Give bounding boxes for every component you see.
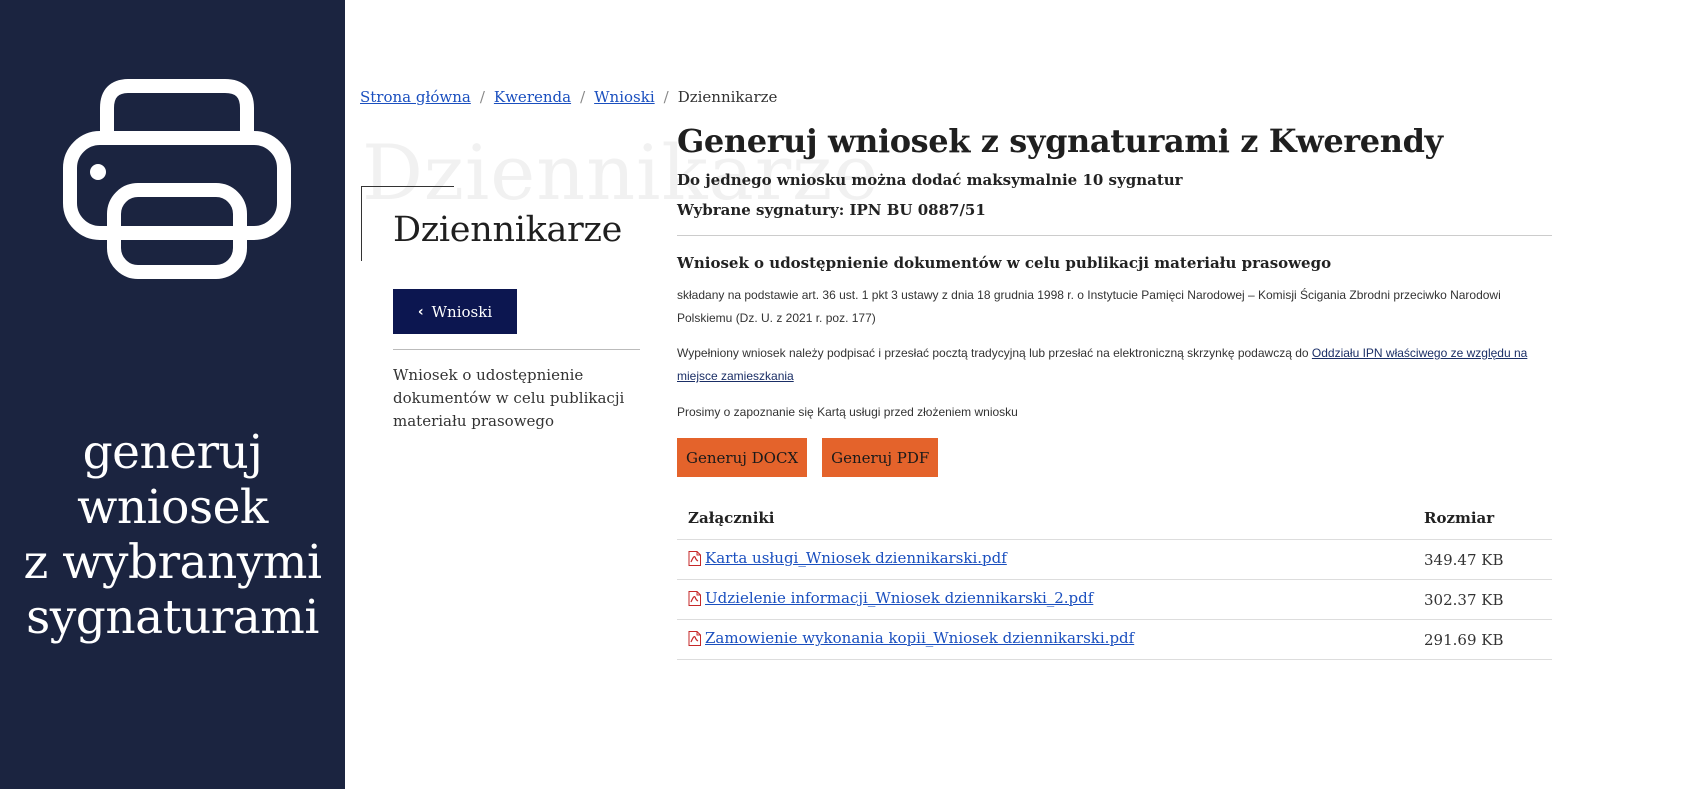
divider [677, 235, 1552, 236]
sidebar-heading: generuj wniosek z wybranymi sygnaturami [0, 425, 345, 645]
pdf-file-icon [688, 550, 701, 566]
limit-note: Do jednego wniosku można dodać maksymaln… [677, 171, 1183, 189]
main-content: Generuj wniosek z sygnaturami z Kwerendy… [677, 120, 1552, 660]
attachment-size: 291.69 KB [1424, 619, 1552, 660]
instructions-prefix: Wypełniony wniosek należy podpisać i prz… [677, 346, 1312, 360]
table-header-row: Załączniki Rozmiar [677, 497, 1552, 540]
chevron-left-icon: ‹ [417, 303, 424, 320]
column-header-size: Rozmiar [1424, 497, 1552, 540]
form-title: Wniosek o udostępnienie dokumentów w cel… [677, 254, 1332, 272]
generate-docx-button[interactable]: Generuj DOCX [677, 438, 808, 477]
pdf-file-icon [688, 590, 701, 606]
breadcrumb-link-wnioski[interactable]: Wnioski [594, 88, 655, 106]
attachment-name: Karta usługi_Wniosek dziennikarski.pdf [705, 549, 1007, 568]
attachment-cell: Zamowienie wykonania kopii_Wniosek dzien… [677, 619, 1424, 660]
category-form-link[interactable]: Wniosek o udostępnienie dokumentów w cel… [393, 364, 633, 433]
category-title: Dziennikarze [393, 210, 623, 250]
back-to-wnioski-button[interactable]: ‹ Wnioski [393, 289, 517, 334]
breadcrumb-current: Dziennikarze [677, 88, 778, 106]
divider [393, 349, 640, 350]
sidebar-heading-line: z wybranymi [23, 535, 322, 590]
table-row: Udzielenie informacji_Wniosek dziennikar… [677, 579, 1552, 620]
legal-basis-text: składany na podstawie art. 36 ust. 1 pkt… [677, 288, 1501, 325]
breadcrumb-separator: / [580, 88, 586, 106]
sidebar-heading-line: wniosek [77, 480, 268, 535]
table-row: Zamowienie wykonania kopii_Wniosek dzien… [677, 619, 1552, 660]
breadcrumb-separator: / [663, 88, 669, 106]
sidebar-heading-line: sygnaturami [26, 590, 319, 645]
breadcrumb-link-kwerenda[interactable]: Kwerenda [494, 88, 571, 106]
breadcrumb-separator: / [479, 88, 485, 106]
attachment-link[interactable]: Karta usługi_Wniosek dziennikarski.pdf [688, 549, 1007, 567]
sidebar-heading-line: generuj [82, 425, 263, 480]
attachment-link[interactable]: Udzielenie informacji_Wniosek dziennikar… [688, 589, 1093, 607]
page-title: Generuj wniosek z sygnaturami z Kwerendy [677, 122, 1443, 160]
notice-text: Prosimy o zapoznanie się Kartą usługi pr… [677, 405, 1018, 419]
attachment-size: 302.37 KB [1424, 579, 1552, 620]
generate-buttons: Generuj DOCX Generuj PDF [677, 438, 1552, 477]
attachment-cell: Udzielenie informacji_Wniosek dziennikar… [677, 579, 1424, 620]
attachment-cell: Karta usługi_Wniosek dziennikarski.pdf [677, 539, 1424, 580]
attachment-link[interactable]: Zamowienie wykonania kopii_Wniosek dzien… [688, 629, 1134, 647]
back-button-label: Wnioski [431, 302, 493, 321]
selected-signatures: Wybrane sygnatury: IPN BU 0887/51 [677, 201, 986, 219]
pdf-file-icon [688, 630, 701, 646]
column-header-attachments: Załączniki [677, 497, 1424, 540]
attachments-table: Załączniki Rozmiar Karta usługi_Wniosek … [677, 497, 1552, 660]
breadcrumb-link-home[interactable]: Strona główna [360, 88, 471, 106]
sidebar-panel: generuj wniosek z wybranymi sygnaturami [0, 0, 345, 789]
breadcrumb: Strona główna / Kwerenda / Wnioski / Dzi… [360, 88, 777, 106]
attachment-name: Udzielenie informacji_Wniosek dziennikar… [705, 589, 1094, 608]
generate-pdf-button[interactable]: Generuj PDF [822, 438, 939, 477]
attachment-name: Zamowienie wykonania kopii_Wniosek dzien… [705, 629, 1135, 648]
table-row: Karta usługi_Wniosek dziennikarski.pdf 3… [677, 539, 1552, 580]
printer-icon [63, 79, 291, 279]
attachment-size: 349.47 KB [1424, 539, 1552, 580]
instructions-text: Wypełniony wniosek należy podpisać i prz… [677, 342, 1552, 388]
